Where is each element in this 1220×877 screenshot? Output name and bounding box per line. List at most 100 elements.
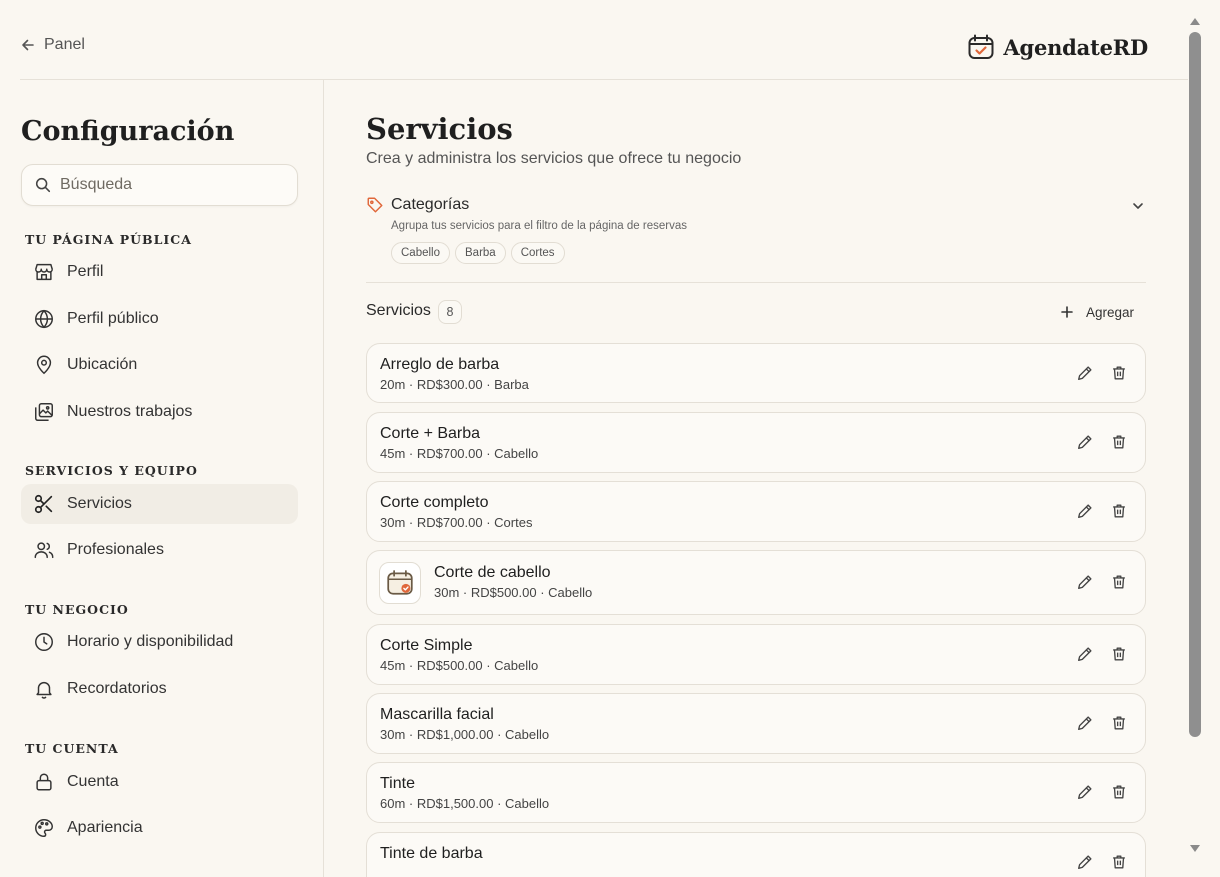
- delete-service-button[interactable]: [1109, 713, 1129, 733]
- categories-description: Agrupa tus servicios para el filtro de l…: [391, 220, 687, 232]
- delete-service-button[interactable]: [1109, 432, 1129, 452]
- edit-service-button[interactable]: [1075, 782, 1095, 802]
- service-name: Corte + Barba: [380, 425, 481, 442]
- delete-service-button[interactable]: [1109, 363, 1129, 383]
- service-name: Corte de cabello: [434, 564, 551, 581]
- service-card[interactable]: Tinte de barba: [366, 832, 1146, 877]
- service-meta: 60m · RD$1,500.00 · Cabello: [380, 796, 550, 811]
- category-chip[interactable]: Cortes: [510, 242, 565, 264]
- category-chip[interactable]: Barba: [455, 242, 506, 264]
- service-thumbnail: [379, 562, 421, 604]
- service-card[interactable]: Mascarilla facial 30m · RD$1,000.00 · Ca…: [366, 693, 1146, 754]
- sidebar-item-label: Profesionales: [67, 541, 164, 558]
- sidebar-item-perfil-publico[interactable]: Perfil público: [21, 299, 298, 339]
- sidebar-item-label: Apariencia: [67, 819, 143, 836]
- edit-service-button[interactable]: [1075, 572, 1095, 592]
- section-label-services-team: SERVICIOS Y EQUIPO: [25, 463, 198, 478]
- services-list-header: Servicios 8 Agregar: [366, 300, 1146, 326]
- pencil-icon: [1078, 504, 1092, 518]
- search-icon: [35, 177, 51, 193]
- edit-service-button[interactable]: [1075, 852, 1095, 872]
- search-input[interactable]: [60, 176, 270, 194]
- pencil-icon: [1078, 366, 1092, 380]
- edit-service-button[interactable]: [1075, 501, 1095, 521]
- trash-icon: [1113, 647, 1125, 661]
- calendar-logo-icon: [387, 570, 413, 595]
- chevron-down-icon[interactable]: [1130, 198, 1146, 214]
- settings-sidebar: Configuración TU PÁGINA PÚBLICA Perfil P…: [0, 80, 324, 877]
- edit-service-button[interactable]: [1075, 713, 1095, 733]
- scroll-up-arrow[interactable]: [1190, 18, 1200, 25]
- sidebar-item-nuestros-trabajos[interactable]: Nuestros trabajos: [21, 392, 298, 432]
- service-name: Arreglo de barba: [380, 356, 500, 373]
- delete-service-button[interactable]: [1109, 572, 1129, 592]
- delete-service-button[interactable]: [1109, 644, 1129, 664]
- service-meta: 30m · RD$500.00 · Cabello: [434, 585, 593, 600]
- sidebar-item-cuenta[interactable]: Cuenta: [21, 762, 298, 802]
- scissors-icon: [34, 494, 53, 514]
- scroll-down-arrow[interactable]: [1190, 845, 1200, 852]
- pencil-icon: [1078, 647, 1092, 661]
- globe-icon: [35, 309, 53, 329]
- bell-icon: [36, 681, 52, 699]
- sidebar-item-ubicacion[interactable]: Ubicación: [21, 345, 298, 385]
- pencil-icon: [1078, 785, 1092, 799]
- edit-service-button[interactable]: [1075, 363, 1095, 383]
- services-count-badge: 8: [438, 300, 462, 324]
- back-to-panel-link[interactable]: Panel: [20, 36, 85, 54]
- service-meta: 45m · RD$500.00 · Cabello: [380, 658, 539, 673]
- images-icon: [35, 403, 53, 421]
- search-box[interactable]: [21, 164, 298, 206]
- sidebar-item-label: Ubicación: [67, 356, 138, 373]
- sidebar-item-label: Servicios: [67, 495, 132, 512]
- sidebar-item-profesionales[interactable]: Profesionales: [21, 530, 298, 570]
- add-service-button[interactable]: Agregar: [1046, 297, 1146, 327]
- section-label-public-page: TU PÁGINA PÚBLICA: [25, 232, 192, 247]
- scrollbar-thumb[interactable]: [1189, 32, 1201, 737]
- service-card[interactable]: Arreglo de barba 20m · RD$300.00 · Barba: [366, 343, 1146, 403]
- sidebar-item-apariencia[interactable]: Apariencia: [21, 808, 298, 848]
- sidebar-item-perfil[interactable]: Perfil: [21, 252, 298, 292]
- pencil-icon: [1078, 435, 1092, 449]
- service-card[interactable]: Corte completo 30m · RD$700.00 · Cortes: [366, 481, 1146, 542]
- categories-title: Categorías: [391, 196, 470, 213]
- service-card[interactable]: Corte + Barba 45m · RD$700.00 · Cabello: [366, 412, 1146, 473]
- sidebar-item-label: Horario y disponibilidad: [67, 633, 234, 650]
- sidebar-item-label: Perfil: [67, 263, 104, 280]
- service-name: Tinte: [380, 775, 415, 792]
- store-icon: [35, 263, 53, 281]
- edit-service-button[interactable]: [1075, 432, 1095, 452]
- map-pin-icon: [36, 355, 52, 375]
- sidebar-item-recordatorios[interactable]: Recordatorios: [21, 669, 298, 709]
- service-name: Mascarilla facial: [380, 706, 494, 723]
- trash-icon: [1113, 366, 1125, 380]
- service-card[interactable]: Corte Simple 45m · RD$500.00 · Cabello: [366, 624, 1146, 685]
- pencil-icon: [1078, 716, 1092, 730]
- edit-service-button[interactable]: [1075, 644, 1095, 664]
- arrow-left-icon: [22, 39, 34, 51]
- clock-icon: [35, 633, 53, 651]
- page-subtitle: Crea y administra los servicios que ofre…: [366, 150, 742, 167]
- trash-icon: [1113, 855, 1125, 869]
- users-icon: [34, 542, 54, 559]
- plus-icon: [1061, 306, 1073, 318]
- brand-logo[interactable]: AgendateRD: [967, 33, 1148, 61]
- service-card[interactable]: Tinte 60m · RD$1,500.00 · Cabello: [366, 762, 1146, 823]
- sidebar-item-label: Nuestros trabajos: [67, 403, 193, 420]
- palette-icon: [35, 819, 53, 837]
- tag-icon: [367, 197, 383, 213]
- sidebar-item-servicios[interactable]: Servicios: [21, 484, 298, 524]
- delete-service-button[interactable]: [1109, 501, 1129, 521]
- delete-service-button[interactable]: [1109, 852, 1129, 872]
- service-meta: 30m · RD$1,000.00 · Cabello: [380, 727, 550, 742]
- trash-icon: [1113, 504, 1125, 518]
- category-chip[interactable]: Cabello: [391, 242, 450, 264]
- categories-section: Categorías Agrupa tus servicios para el …: [366, 192, 1146, 283]
- section-label-account: TU CUENTA: [25, 741, 119, 756]
- service-card[interactable]: Corte de cabello 30m · RD$500.00 · Cabel…: [366, 550, 1146, 615]
- sidebar-title: Configuración: [21, 116, 235, 147]
- service-meta: 30m · RD$700.00 · Cortes: [380, 515, 533, 530]
- sidebar-item-horario[interactable]: Horario y disponibilidad: [21, 622, 298, 662]
- page-title: Servicios: [366, 112, 513, 146]
- delete-service-button[interactable]: [1109, 782, 1129, 802]
